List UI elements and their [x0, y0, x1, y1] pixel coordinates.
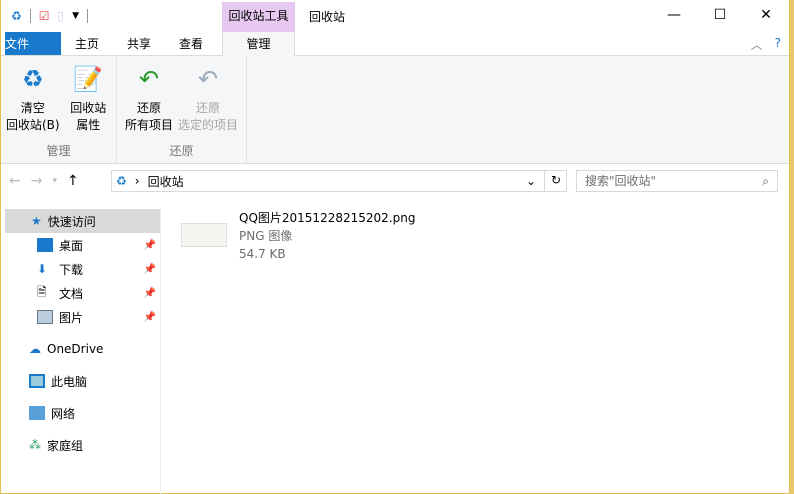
sidebar-item-documents[interactable]: 🗎 文档 📌 [5, 281, 160, 305]
group-label: 还原 [169, 144, 194, 158]
image-thumbnail-icon [181, 223, 227, 247]
window-title: 回收站 [309, 10, 346, 24]
button-label: 回收站 [70, 101, 107, 115]
button-label: 所有项目 [124, 118, 173, 132]
sidebar-item-label: OneDrive [47, 342, 104, 356]
customize-dropdown-icon[interactable]: ▼ [72, 11, 79, 21]
file-name: QQ图片20151228215202.png [239, 211, 416, 225]
pin-icon[interactable]: 📌 [144, 240, 156, 251]
sidebar-item-homegroup[interactable]: ⁂ 家庭组 [5, 433, 160, 457]
sidebar-item-quick-access[interactable]: ★ 快速访问 [5, 209, 160, 233]
explorer-window: ♻ ☑ ▯ ▼ 回收站工具 回收站 — ☐ ✕ 文件 主页 共享 查看 管理 ︿… [0, 0, 790, 494]
group-label: 管理 [46, 144, 71, 158]
button-label: 属性 [76, 118, 101, 132]
maximize-button[interactable]: ☐ [697, 0, 743, 30]
up-button[interactable]: ↑ [67, 173, 79, 189]
file-type: PNG 图像 [239, 229, 293, 243]
close-button[interactable]: ✕ [743, 0, 789, 30]
properties-icon: 📝 [73, 64, 104, 93]
tab-file[interactable]: 文件 [5, 32, 61, 55]
context-tab-label: 回收站工具 [222, 2, 295, 32]
collapse-ribbon-icon[interactable]: ︿ [751, 36, 763, 53]
forward-button[interactable]: → [31, 173, 43, 189]
sidebar-item-label: 此电脑 [51, 374, 88, 389]
tab-manage[interactable]: 管理 [222, 32, 295, 57]
title-bar: ♻ ☑ ▯ ▼ 回收站工具 回收站 — ☐ ✕ [1, 0, 789, 32]
computer-icon [29, 374, 45, 388]
address-field[interactable]: ♻ › 回收站 ⌄ [111, 170, 567, 192]
sidebar-item-label: 桌面 [59, 238, 84, 253]
breadcrumb[interactable]: 回收站 [148, 173, 184, 190]
recent-locations-icon[interactable]: ▾ [52, 176, 57, 186]
sidebar-item-this-pc[interactable]: 此电脑 [5, 369, 160, 393]
tab-share[interactable]: 共享 [113, 32, 165, 55]
document-icon: 🗎 [37, 284, 47, 299]
ribbon: ♻ 清空 回收站(B) 📝 回收站 属性 管理 ↶ 还原 所有项目 ↶ 还原 选定的项目… [1, 56, 789, 164]
sidebar-item-label: 网络 [51, 406, 76, 421]
back-button[interactable]: ← [9, 173, 21, 189]
sidebar-item-label: 图片 [59, 310, 84, 325]
sidebar-item-label: 家庭组 [47, 438, 84, 453]
address-dropdown-icon[interactable]: ⌄ [526, 174, 536, 188]
pin-icon[interactable]: 📌 [144, 288, 156, 299]
properties-icon[interactable]: ☑ [39, 9, 50, 23]
breadcrumb-chevron-icon[interactable]: › [135, 174, 140, 188]
recycle-bin-icon: ♻ [11, 9, 22, 23]
download-icon: ⬇ [37, 262, 48, 276]
address-bar-row: ← → ▾ ↑ ♻ › 回收站 ⌄ ↻ 搜索"回收站" ⌕ [1, 164, 789, 198]
restore-all-icon: ↶ [138, 64, 160, 93]
sidebar-item-pictures[interactable]: 图片 📌 [5, 305, 160, 329]
navigation-pane: ★ 快速访问 桌面 📌 ⬇ 下载 📌 🗎 文档 📌 图片 📌 ☁ OneDrive 此电脑 网络… [5, 209, 161, 494]
sidebar-item-onedrive[interactable]: ☁ OneDrive [5, 337, 160, 361]
quick-access-toolbar: ♻ ☑ ▯ ▼ [1, 9, 89, 23]
tab-home[interactable]: 主页 [61, 32, 113, 55]
file-list: QQ图片20151228215202.png PNG 图像 54.7 KB [181, 209, 415, 263]
sidebar-item-downloads[interactable]: ⬇ 下载 📌 [5, 257, 160, 281]
pin-icon[interactable]: 📌 [144, 264, 156, 275]
sidebar-item-label: 快速访问 [47, 214, 96, 229]
tab-view[interactable]: 查看 [165, 32, 217, 55]
help-icon[interactable]: ? [775, 36, 781, 53]
recycle-bin-icon: ♻ [116, 174, 127, 188]
refresh-button[interactable]: ↻ [544, 170, 567, 192]
cloud-icon: ☁ [29, 342, 41, 356]
sidebar-item-label: 文档 [59, 286, 84, 301]
star-icon: ★ [31, 214, 42, 228]
search-placeholder: 搜索"回收站" [585, 174, 657, 188]
sidebar-item-network[interactable]: 网络 [5, 401, 160, 425]
ribbon-tabs: 文件 主页 共享 查看 管理 ︿? [1, 32, 789, 57]
search-icon: ⌕ [762, 174, 769, 188]
new-folder-icon[interactable]: ▯ [58, 9, 65, 23]
desktop-icon [37, 238, 53, 252]
button-label: 清空 [20, 101, 45, 115]
search-input[interactable]: 搜索"回收站" ⌕ [576, 170, 778, 192]
restore-group: ↶ 还原 所有项目 ↶ 还原 选定的项目 还原 [117, 56, 247, 163]
sidebar-item-label: 下载 [59, 262, 84, 277]
recycle-bin-icon: ♻ [21, 64, 44, 93]
button-label: 还原 [136, 101, 161, 115]
pictures-icon [37, 310, 53, 324]
minimize-button[interactable]: — [651, 0, 697, 30]
file-size: 54.7 KB [239, 247, 286, 261]
pin-icon[interactable]: 📌 [144, 312, 156, 323]
restore-selected-icon: ↶ [197, 64, 219, 93]
network-icon [29, 406, 45, 420]
button-label: 选定的项目 [177, 118, 238, 132]
button-label: 回收站(B) [5, 118, 60, 132]
file-item[interactable]: QQ图片20151228215202.png PNG 图像 54.7 KB [181, 209, 415, 263]
manage-group: ♻ 清空回收站(B) 📝 回收站属性 管理 [1, 56, 117, 163]
sidebar-item-desktop[interactable]: 桌面 📌 [5, 233, 160, 257]
homegroup-icon: ⁂ [29, 438, 41, 452]
button-label: 还原 [195, 101, 220, 115]
